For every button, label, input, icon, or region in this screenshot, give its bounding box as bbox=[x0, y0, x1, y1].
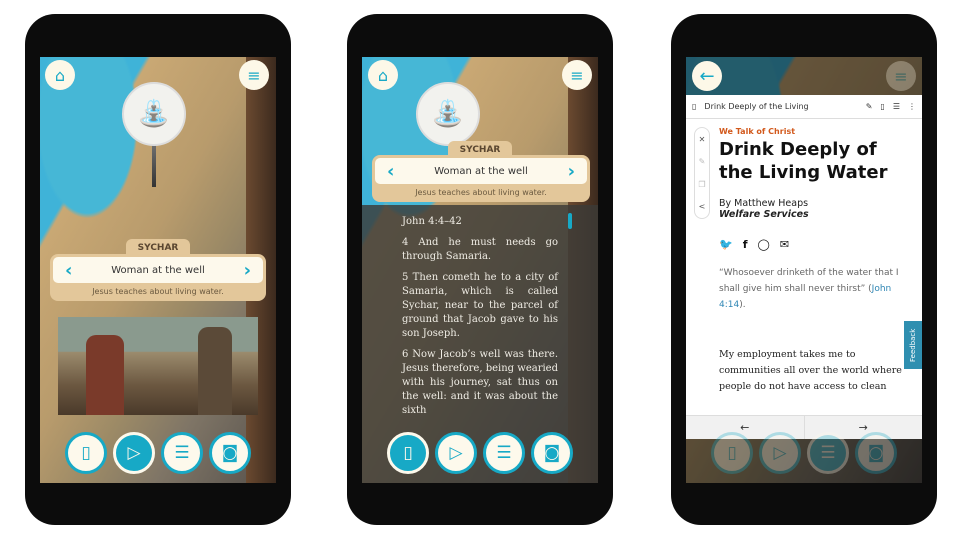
play-icon: ▷ bbox=[449, 443, 463, 463]
previous-story-button[interactable]: ‹ bbox=[387, 161, 394, 182]
location-pin-well[interactable]: ⛲ bbox=[122, 82, 186, 146]
next-story-button[interactable]: › bbox=[244, 260, 251, 281]
more-icon[interactable]: ⋮ bbox=[908, 102, 916, 111]
article-title: Drink Deeply of the Living Water bbox=[719, 139, 888, 183]
document-icon: ☰ bbox=[174, 443, 190, 463]
article-button[interactable]: ☰ bbox=[807, 432, 849, 474]
book-icon: ▯ bbox=[727, 443, 737, 463]
document-icon: ☰ bbox=[496, 443, 512, 463]
scriptures-button[interactable]: ▯ bbox=[711, 432, 753, 474]
highlight-icon[interactable]: ✎ bbox=[699, 157, 706, 166]
book-icon: ▯ bbox=[81, 443, 91, 463]
close-icon[interactable]: ✕ bbox=[699, 135, 706, 144]
previous-story-button[interactable]: ‹ bbox=[65, 260, 72, 281]
home-icon: ⌂ bbox=[54, 65, 66, 85]
edit-icon[interactable]: ✎ bbox=[866, 102, 873, 111]
whatsapp-icon[interactable]: ◯ bbox=[758, 238, 770, 251]
article-toolbar-title: Drink Deeply of the Living bbox=[704, 102, 809, 111]
twitter-icon[interactable]: 🐦 bbox=[719, 238, 733, 251]
article-toolbar: ▯ Drink Deeply of the Living ✎ ▯ ☰ ⋮ bbox=[686, 95, 922, 119]
video-button[interactable]: ▷ bbox=[435, 432, 477, 474]
screen: ← ≡ ▯ Drink Deeply of the Living ✎ ▯ ☰ ⋮… bbox=[686, 57, 922, 483]
play-icon: ▷ bbox=[773, 443, 787, 463]
menu-icon: ≡ bbox=[247, 65, 261, 85]
screen: ⌂ ≡ ⛲ SYCHAR ‹ Woman at the well › Jesus t… bbox=[362, 57, 598, 483]
menu-button[interactable]: ≡ bbox=[886, 61, 916, 91]
list-icon[interactable]: ☰ bbox=[893, 102, 900, 111]
scriptures-button[interactable]: ▯ bbox=[387, 432, 429, 474]
menu-button[interactable]: ≡ bbox=[562, 60, 592, 90]
well-icon: ⛲ bbox=[431, 99, 465, 129]
article-quote: “Whosoever drinketh of the water that I … bbox=[719, 265, 910, 313]
menu-icon: ≡ bbox=[894, 66, 908, 86]
article-author: By Matthew Heaps bbox=[719, 198, 809, 209]
quote-end: ). bbox=[739, 300, 746, 310]
article-body: We Talk of Christ Drink Deeply of the Li… bbox=[719, 127, 910, 395]
menu-icon: ≡ bbox=[570, 65, 584, 85]
home-icon: ⌂ bbox=[377, 65, 389, 85]
document-icon: ☰ bbox=[820, 443, 836, 463]
article-department: Welfare Services bbox=[719, 209, 809, 220]
bottom-toolbar: ▯ ▷ ☰ ◙ bbox=[40, 432, 276, 474]
home-button[interactable]: ⌂ bbox=[45, 60, 75, 90]
story-summary: Jesus teaches about living water. bbox=[92, 287, 224, 296]
verse: 4 And he must needs go through Samaria. bbox=[402, 237, 558, 262]
home-button[interactable]: ⌂ bbox=[368, 60, 398, 90]
story-card: ‹ Woman at the well › Jesus teaches about … bbox=[50, 254, 266, 301]
figure-jesus bbox=[198, 327, 232, 415]
video-button[interactable]: ▷ bbox=[113, 432, 155, 474]
share-links: 🐦 f ◯ ✉ bbox=[719, 238, 910, 251]
share-icon[interactable]: < bbox=[699, 202, 706, 211]
verse: 6 Now Jacob’s well was there. Jesus ther… bbox=[402, 349, 558, 416]
article-button[interactable]: ☰ bbox=[161, 432, 203, 474]
copy-icon[interactable]: ❐ bbox=[698, 180, 705, 189]
scripture-reference: John 4:4–42 bbox=[402, 216, 462, 227]
back-arrow-icon: ← bbox=[699, 65, 715, 87]
scrollbar[interactable] bbox=[568, 213, 572, 229]
camera-icon: ◙ bbox=[221, 443, 239, 463]
bottom-toolbar: ▯ ▷ ☰ ◙ bbox=[686, 432, 922, 474]
story-title: Woman at the well bbox=[111, 264, 205, 276]
phone-article: ← ≡ ▯ Drink Deeply of the Living ✎ ▯ ☰ ⋮… bbox=[671, 14, 937, 525]
next-story-button[interactable]: › bbox=[568, 161, 575, 182]
article-kicker: We Talk of Christ bbox=[719, 127, 796, 136]
figure-woman bbox=[86, 335, 124, 415]
side-tools: ✕ ✎ ❐ < bbox=[694, 127, 710, 219]
phone-map-video: ⌂ ≡ ⛲ SYCHAR ‹ Woman at the well › Jesus t… bbox=[25, 14, 291, 525]
phone-map-scripture: ⌂ ≡ ⛲ SYCHAR ‹ Woman at the well › Jesus t… bbox=[347, 14, 613, 525]
camera-button[interactable]: ◙ bbox=[531, 432, 573, 474]
story-card: ‹ Woman at the well › Jesus teaches about … bbox=[372, 155, 590, 202]
screen: ⌂ ≡ ⛲ SYCHAR ‹ Woman at the well › Jesus t… bbox=[40, 57, 276, 483]
facebook-icon[interactable]: f bbox=[743, 238, 748, 251]
bookmark-icon[interactable]: ▯ bbox=[880, 102, 884, 111]
email-icon[interactable]: ✉ bbox=[780, 238, 789, 251]
menu-button[interactable]: ≡ bbox=[239, 60, 269, 90]
story-title: Woman at the well bbox=[434, 165, 528, 177]
book-icon: ▯ bbox=[692, 102, 697, 111]
article-button[interactable]: ☰ bbox=[483, 432, 525, 474]
video-button[interactable]: ▷ bbox=[759, 432, 801, 474]
camera-icon: ◙ bbox=[867, 443, 885, 463]
article-text: My employment takes me to communities al… bbox=[719, 349, 902, 392]
scriptures-button[interactable]: ▯ bbox=[65, 432, 107, 474]
video-player[interactable] bbox=[58, 317, 258, 415]
back-button[interactable]: ← bbox=[692, 61, 722, 91]
bottom-toolbar: ▯ ▷ ☰ ◙ bbox=[362, 432, 598, 474]
book-icon: ▯ bbox=[403, 443, 413, 463]
play-icon: ▷ bbox=[127, 443, 141, 463]
location-pin-well[interactable]: ⛲ bbox=[416, 82, 480, 146]
camera-icon: ◙ bbox=[543, 443, 561, 463]
story-summary: Jesus teaches about living water. bbox=[415, 188, 547, 197]
camera-button[interactable]: ◙ bbox=[209, 432, 251, 474]
verse: 5 Then cometh he to a city of Samaria, w… bbox=[402, 272, 558, 339]
feedback-button[interactable]: Feedback bbox=[904, 321, 922, 369]
article-panel: ▯ Drink Deeply of the Living ✎ ▯ ☰ ⋮ ✕ ✎… bbox=[686, 95, 922, 439]
camera-button[interactable]: ◙ bbox=[855, 432, 897, 474]
well-icon: ⛲ bbox=[137, 99, 171, 129]
